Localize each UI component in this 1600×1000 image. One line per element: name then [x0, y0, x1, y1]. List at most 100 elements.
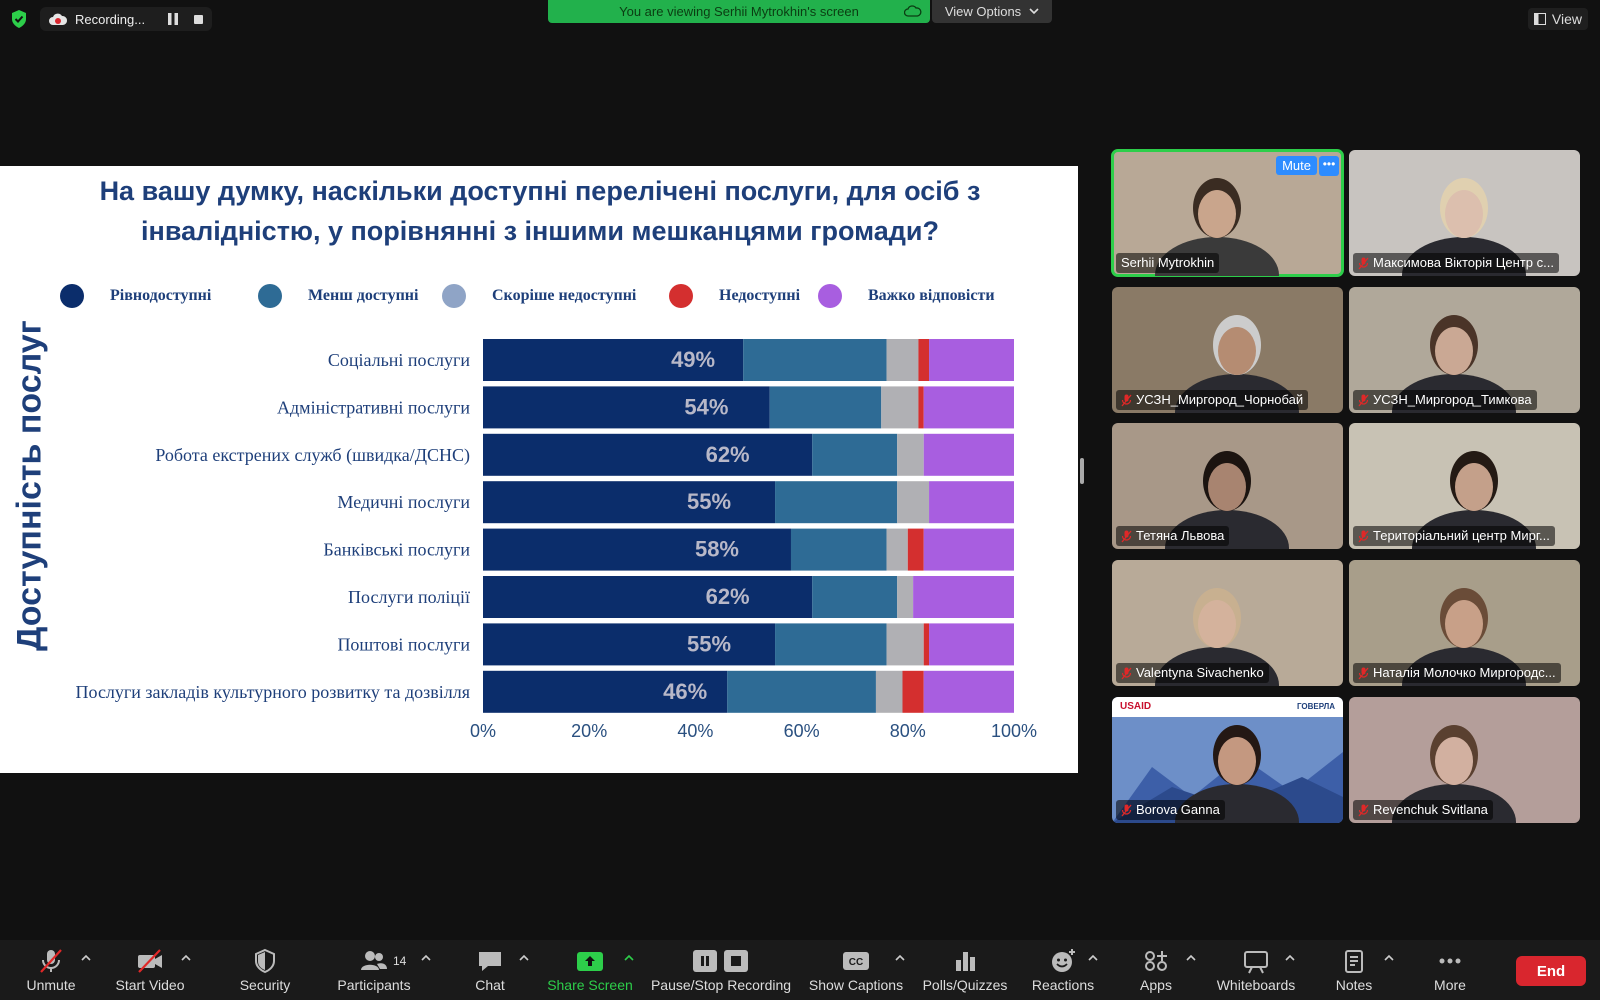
apps-icon	[1145, 950, 1167, 971]
notes-icon	[1345, 949, 1363, 973]
bar-segment-0-6	[483, 623, 776, 666]
category-label: Послуги поліції	[348, 587, 470, 607]
participant-name: Територіальний центр Мирг...	[1373, 528, 1550, 543]
participant-name: Revenchuk Svitlana	[1373, 802, 1488, 817]
pause-stop-icon	[693, 949, 748, 972]
mic-muted-icon	[1358, 257, 1369, 269]
participant-name: Наталія Молочко Миргородс...	[1373, 665, 1556, 680]
participant-tile[interactable]: Максимова Вікторія Центр с...	[1349, 150, 1580, 276]
participant-tile[interactable]: Тетяна Львова	[1112, 423, 1343, 549]
chevron-down-icon	[1029, 8, 1039, 15]
participant-tile[interactable]: УСЗН_Миргород_Тимкова	[1349, 287, 1580, 413]
participant-tile[interactable]: Valentyna Sivachenko	[1112, 560, 1343, 686]
polls-icon	[956, 951, 975, 971]
toolbar-label: Apps	[1140, 976, 1172, 993]
bar-segment-4-6	[929, 623, 1014, 666]
start-video-button[interactable]: Start Video	[112, 940, 188, 1000]
category-label: Соціальні послуги	[328, 350, 471, 370]
whiteboards-button[interactable]: Whiteboards	[1206, 940, 1306, 1000]
shared-screen-slide: На вашу думку, наскільки доступні перелі…	[0, 166, 1078, 773]
toolbar-label: Reactions	[1031, 976, 1095, 993]
participant-tile[interactable]: Mute ••• Serhii Mytrokhin	[1111, 149, 1344, 277]
panel-resize-handle[interactable]	[1080, 458, 1084, 484]
bar-segment-4-2	[923, 433, 1014, 476]
caret-up-icon[interactable]	[895, 954, 905, 962]
participants-button[interactable]: Participants	[330, 940, 418, 1000]
mic-off-icon	[40, 948, 62, 973]
caret-up-icon[interactable]	[624, 954, 634, 962]
bar-data-label: 58%	[695, 537, 739, 562]
caret-up-icon[interactable]	[421, 954, 431, 962]
participant-count: 14	[393, 954, 407, 968]
more-button[interactable]: More	[1424, 940, 1476, 1000]
mic-muted-icon	[1358, 530, 1369, 542]
security-button[interactable]: Security	[230, 940, 300, 1000]
participant-name: Borova Ganna	[1136, 802, 1220, 817]
participant-tile[interactable]: USAID ГОВЕРЛА Borova Ganna	[1112, 697, 1343, 823]
participant-tile[interactable]: Revenchuk Svitlana	[1349, 697, 1580, 823]
mic-muted-icon	[1121, 667, 1132, 679]
participant-tile[interactable]: Наталія Молочко Миргородс...	[1349, 560, 1580, 686]
bar-segment-1-6	[775, 623, 887, 666]
reactions-button[interactable]: Reactions	[1028, 940, 1098, 1000]
participant-more-button[interactable]: •••	[1319, 156, 1339, 176]
participant-tile[interactable]: УСЗН_Миргород_Чорнобай	[1112, 287, 1343, 413]
x-tick-label: 80%	[890, 721, 926, 741]
bar-segment-0-2	[483, 433, 813, 476]
mic-muted-icon	[1358, 394, 1369, 406]
recording-indicator[interactable]: Recording...	[40, 7, 212, 31]
mic-muted-icon	[1358, 667, 1369, 679]
participant-tile[interactable]: Територіальний центр Мирг...	[1349, 423, 1580, 549]
share-screen-button[interactable]: Share Screen	[546, 940, 634, 1000]
caret-up-icon[interactable]	[1285, 954, 1295, 962]
view-layout-button[interactable]: View	[1527, 8, 1588, 30]
caret-up-icon[interactable]	[81, 954, 91, 962]
bar-segment-2-0	[886, 339, 919, 381]
usaid-logo: USAID	[1120, 701, 1152, 712]
pause-recording-icon[interactable]	[168, 13, 178, 25]
bar-segment-3-1	[918, 386, 924, 429]
recording-label: Recording...	[75, 11, 146, 27]
caret-up-icon[interactable]	[519, 954, 529, 962]
end-meeting-button[interactable]: End	[1516, 956, 1586, 986]
captions-badge-text: CC	[849, 957, 863, 968]
category-label: Послуги закладів культурного розвитку та…	[76, 682, 471, 702]
participant-name: Serhii Mytrokhin	[1121, 255, 1215, 270]
toolbar-label: Chat	[475, 976, 505, 993]
stop-recording-icon[interactable]	[194, 15, 203, 24]
notes-button[interactable]: Notes	[1328, 940, 1380, 1000]
toolbar-label: Start Video	[115, 976, 185, 993]
participant-name-label: УСЗН_Миргород_Чорнобай	[1116, 390, 1309, 410]
top-bar: Recording... You are viewing Serhii Mytr…	[0, 0, 1600, 40]
chat-icon	[479, 951, 501, 971]
bar-segment-2-4	[886, 528, 908, 571]
mute-participant-button[interactable]: Mute	[1276, 156, 1317, 175]
bar-segment-3-4	[907, 528, 924, 571]
hoverla-logo: ГОВЕРЛА	[1297, 702, 1335, 711]
participant-name-label: Тетяна Львова	[1116, 526, 1230, 546]
caret-up-icon[interactable]	[1186, 954, 1196, 962]
apps-button[interactable]: Apps	[1130, 940, 1182, 1000]
caret-up-icon[interactable]	[1088, 954, 1098, 962]
bar-segment-4-7	[923, 670, 1014, 713]
polls-quizzes-button[interactable]: Polls/Quizzes	[920, 940, 1010, 1000]
bar-segment-1-4	[790, 528, 887, 571]
caret-up-icon[interactable]	[181, 954, 191, 962]
caret-up-icon[interactable]	[1384, 954, 1394, 962]
chat-button[interactable]: Chat	[462, 940, 518, 1000]
bar-data-label: 46%	[663, 679, 707, 704]
category-label: Банківські послуги	[323, 540, 470, 560]
pause-stop-recording-button[interactable]: Pause/Stop Recording	[650, 940, 792, 1000]
bar-segment-4-5	[913, 576, 1014, 618]
toolbar-label: Unmute	[26, 976, 76, 993]
bar-segment-3-6	[923, 623, 930, 666]
view-button-label: View	[1551, 11, 1582, 27]
show-captions-button[interactable]: CC Show Captions	[808, 940, 904, 1000]
bar-segment-1-3	[775, 481, 898, 524]
share-screen-icon	[577, 951, 603, 971]
unmute-button[interactable]: Unmute	[20, 940, 82, 1000]
viewing-banner-text: You are viewing Serhii Mytrokhin's scree…	[619, 4, 859, 19]
view-options-dropdown[interactable]: View Options	[932, 0, 1052, 23]
category-label: Поштові послуги	[337, 634, 470, 654]
encryption-shield-icon[interactable]	[10, 9, 28, 29]
